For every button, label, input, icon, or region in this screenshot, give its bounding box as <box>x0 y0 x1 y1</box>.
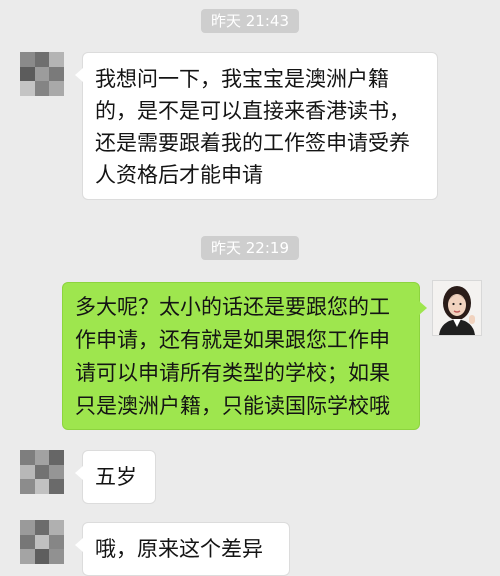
my-avatar[interactable] <box>432 280 482 336</box>
message-line: 五岁 <box>95 465 137 489</box>
message-line: 请可以申请所有类型的学校；如果 <box>75 361 390 385</box>
timestamp-1: 昨天 21:43 <box>201 9 299 33</box>
message-line: 只是澳洲户籍，只能读国际学校哦 <box>75 394 390 418</box>
pixelated-avatar-icon <box>20 450 64 494</box>
message-bubble-3[interactable]: 五岁 <box>75 450 156 504</box>
message-bubble-1[interactable]: 我想问一下，我宝宝是澳洲户籍 的，是不是可以直接来香港读书， 还是需要跟着我的工… <box>75 52 438 200</box>
message-line: 多大呢？太小的话还是要跟您的工 <box>75 295 390 319</box>
timestamp-2: 昨天 22:19 <box>201 236 299 260</box>
contact-avatar-1[interactable] <box>20 52 64 96</box>
message-bubble-2[interactable]: 多大呢？太小的话还是要跟您的工 作申请，还有就是如果跟您工作申 请可以申请所有类… <box>62 282 427 430</box>
message-bubble-4[interactable]: 哦，原来这个差异 <box>75 522 290 576</box>
contact-avatar-2[interactable] <box>20 450 64 494</box>
message-line: 还是需要跟着我的工作签申请受养 <box>95 131 410 155</box>
message-line: 的，是不是可以直接来香港读书， <box>95 99 410 123</box>
message-line: 人资格后才能申请 <box>95 163 263 187</box>
message-line: 我想问一下，我宝宝是澳洲户籍 <box>95 67 389 91</box>
contact-avatar-3[interactable] <box>20 520 64 564</box>
woman-portrait-icon <box>433 281 481 335</box>
pixelated-avatar-icon <box>20 52 64 96</box>
message-line: 作申请，还有就是如果跟您工作申 <box>75 328 390 352</box>
pixelated-avatar-icon <box>20 520 64 564</box>
message-line: 哦，原来这个差异 <box>95 537 263 561</box>
